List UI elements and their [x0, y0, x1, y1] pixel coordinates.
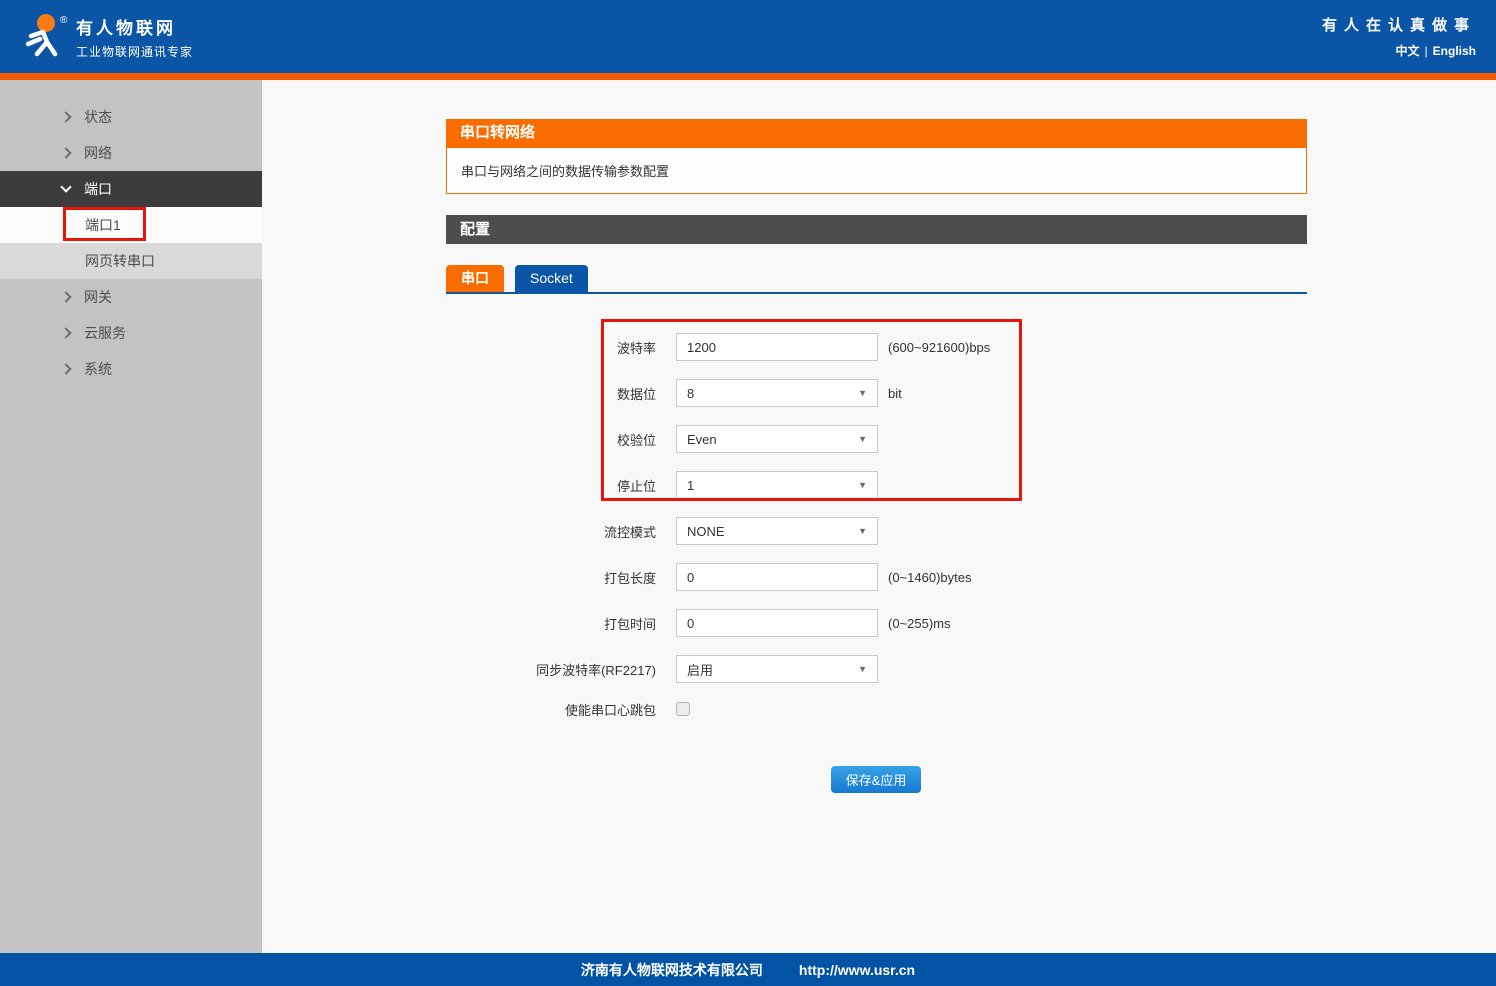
page: ® 有人物联网 工业物联网通讯专家 有人在认真做事 中文 | English 状态 … — [0, 0, 1496, 986]
serial-heartbeat-label: 使能串口心跳包 — [446, 700, 656, 719]
sidebar-item-gateway[interactable]: 网关 — [0, 279, 262, 315]
stop-bits-label: 停止位 — [446, 476, 656, 495]
data-bits-hint: bit — [888, 386, 902, 401]
serial-heartbeat-checkbox[interactable] — [676, 702, 690, 716]
sidebar-item-status[interactable]: 状态 — [0, 99, 262, 135]
chevron-right-icon — [60, 147, 71, 158]
section-title: 配置 — [446, 215, 1307, 244]
form-row-pack-length: 打包长度 (0~1460)bytes — [446, 563, 990, 591]
dropdown-arrow-icon: ▼ — [858, 434, 867, 444]
dropdown-arrow-icon: ▼ — [858, 664, 867, 674]
dropdown-arrow-icon: ▼ — [858, 526, 867, 536]
form-row-sync-baud-rate: 同步波特率(RF2217) 启用 ▼ — [446, 655, 990, 683]
baud-rate-input[interactable] — [676, 333, 878, 361]
chevron-right-icon — [60, 291, 71, 302]
form-row-flow-control: 流控模式 NONE ▼ — [446, 517, 990, 545]
header-accent-strip — [0, 73, 1496, 80]
brand-title: 有人物联网 — [76, 14, 193, 39]
tab-bar: 串口 Socket — [446, 265, 1307, 294]
sidebar-item-label: 端口1 — [85, 215, 121, 235]
chevron-right-icon — [60, 327, 71, 338]
baud-rate-hint: (600~921600)bps — [888, 340, 990, 355]
data-bits-value: 8 — [687, 386, 694, 401]
stop-bits-select[interactable]: 1 ▼ — [676, 471, 878, 499]
sidebar-item-cloud-service[interactable]: 云服务 — [0, 315, 262, 351]
form-row-serial-heartbeat: 使能串口心跳包 — [446, 701, 990, 717]
sidebar-item-label: 系统 — [84, 359, 112, 379]
pack-time-input[interactable] — [676, 609, 878, 637]
chevron-right-icon — [60, 111, 71, 122]
sidebar-item-port1[interactable]: 端口1 — [0, 207, 262, 243]
form-row-parity: 校验位 Even ▼ — [446, 425, 990, 453]
stop-bits-value: 1 — [687, 478, 694, 493]
sidebar-item-label: 网关 — [84, 287, 112, 307]
top-header: ® 有人物联网 工业物联网通讯专家 有人在认真做事 中文 | English — [0, 0, 1496, 73]
pack-length-hint: (0~1460)bytes — [888, 570, 971, 585]
flow-control-label: 流控模式 — [446, 522, 656, 541]
form-row-stop-bits: 停止位 1 ▼ — [446, 471, 990, 499]
flow-control-value: NONE — [687, 524, 725, 539]
baud-rate-label: 波特率 — [446, 338, 656, 357]
tab-serial[interactable]: 串口 — [446, 265, 504, 292]
serial-settings-form: 波特率 (600~921600)bps 数据位 8 ▼ bit 校验位 Even… — [446, 333, 990, 735]
lang-divider: | — [1425, 44, 1428, 58]
parity-label: 校验位 — [446, 430, 656, 449]
brand-subtitle: 工业物联网通讯专家 — [76, 43, 193, 60]
sync-baud-rate-label: 同步波特率(RF2217) — [446, 660, 656, 679]
pack-time-label: 打包时间 — [446, 614, 656, 633]
sidebar: 状态 网络 端口 端口1 网页转串口 网关 云服务 系统 — [0, 80, 262, 953]
chevron-right-icon — [60, 363, 71, 374]
lang-english-link[interactable]: English — [1433, 44, 1476, 58]
pack-length-input[interactable] — [676, 563, 878, 591]
parity-value: Even — [687, 432, 717, 447]
sidebar-item-label: 网页转串口 — [85, 251, 155, 271]
sync-baud-rate-value: 启用 — [687, 660, 713, 679]
brand-text: 有人物联网 工业物联网通讯专家 — [76, 14, 193, 60]
sidebar-item-system[interactable]: 系统 — [0, 351, 262, 387]
dropdown-arrow-icon: ▼ — [858, 480, 867, 490]
registered-mark: ® — [60, 15, 67, 26]
form-row-pack-time: 打包时间 (0~255)ms — [446, 609, 990, 637]
chevron-down-icon — [60, 181, 71, 192]
tab-socket[interactable]: Socket — [515, 265, 588, 292]
sidebar-item-web-to-serial[interactable]: 网页转串口 — [0, 243, 262, 279]
form-row-baud-rate: 波特率 (600~921600)bps — [446, 333, 990, 361]
header-right: 有人在认真做事 中文 | English — [1322, 14, 1476, 59]
header-slogan: 有人在认真做事 — [1322, 14, 1476, 35]
lang-chinese-link[interactable]: 中文 — [1396, 44, 1420, 58]
sidebar-item-label: 云服务 — [84, 323, 126, 343]
pack-length-label: 打包长度 — [446, 568, 656, 587]
form-row-data-bits: 数据位 8 ▼ bit — [446, 379, 990, 407]
footer-url-link[interactable]: http://www.usr.cn — [799, 962, 915, 978]
sync-baud-rate-select[interactable]: 启用 ▼ — [676, 655, 878, 683]
sidebar-item-port[interactable]: 端口 — [0, 171, 262, 207]
language-switch: 中文 | English — [1322, 42, 1476, 59]
sidebar-item-network[interactable]: 网络 — [0, 135, 262, 171]
data-bits-select[interactable]: 8 ▼ — [676, 379, 878, 407]
page-description: 串口与网络之间的数据传输参数配置 — [446, 147, 1307, 194]
sidebar-item-label: 端口 — [84, 179, 112, 199]
save-apply-button[interactable]: 保存&应用 — [831, 766, 921, 793]
dropdown-arrow-icon: ▼ — [858, 388, 867, 398]
footer-company: 济南有人物联网技术有限公司 — [581, 960, 763, 980]
data-bits-label: 数据位 — [446, 384, 656, 403]
brand: ® 有人物联网 工业物联网通讯专家 — [20, 11, 193, 63]
footer: 济南有人物联网技术有限公司 http://www.usr.cn — [0, 953, 1496, 986]
flow-control-select[interactable]: NONE ▼ — [676, 517, 878, 545]
parity-select[interactable]: Even ▼ — [676, 425, 878, 453]
sidebar-item-label: 网络 — [84, 143, 112, 163]
page-title: 串口转网络 — [446, 119, 1307, 147]
pack-time-hint: (0~255)ms — [888, 616, 951, 631]
main-content: 串口转网络 串口与网络之间的数据传输参数配置 配置 串口 Socket 波特率 … — [262, 80, 1496, 953]
sidebar-item-label: 状态 — [84, 107, 112, 127]
